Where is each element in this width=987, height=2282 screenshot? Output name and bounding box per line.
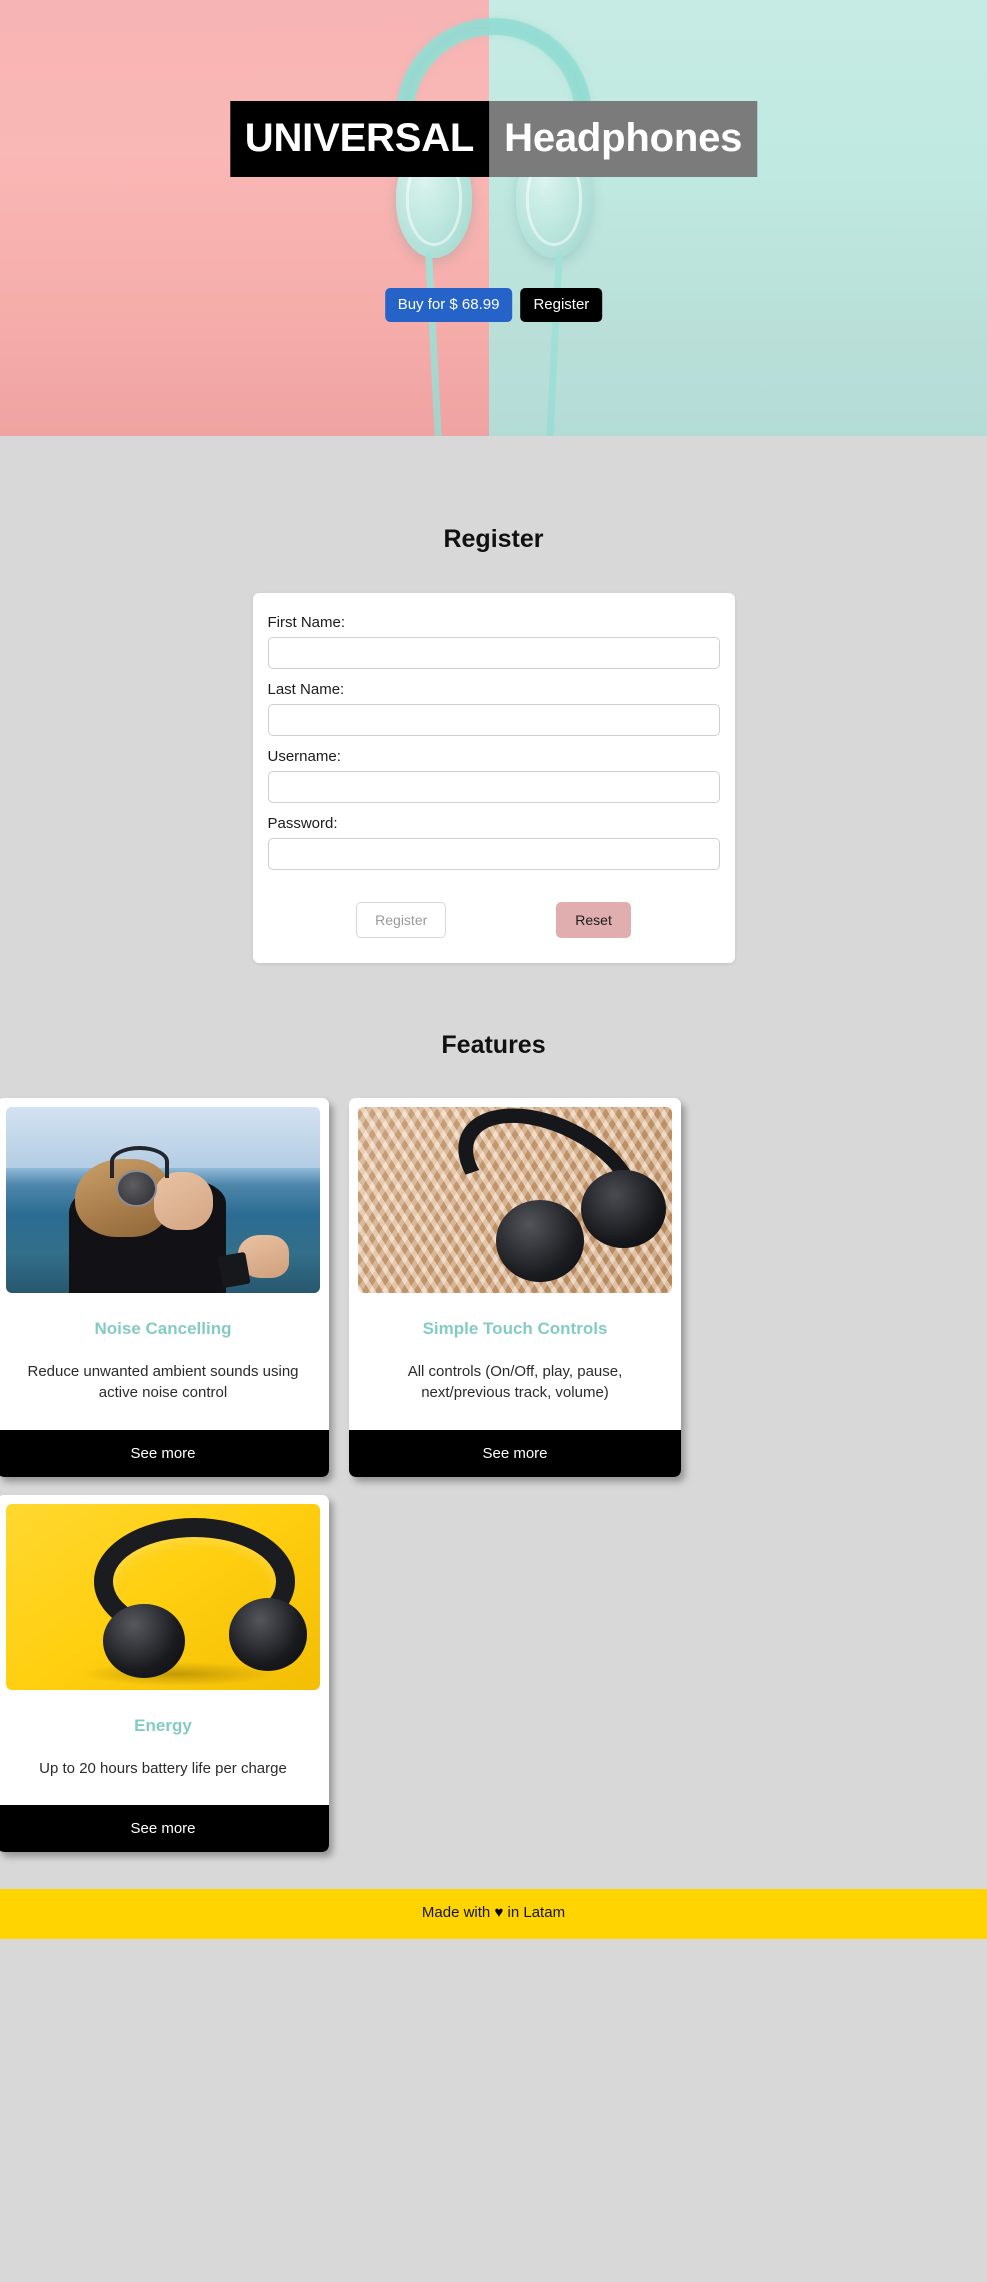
register-reset-button[interactable]: Reset <box>556 902 631 938</box>
register-form: First Name: Last Name: Username: Passwor… <box>252 593 735 963</box>
energy-image <box>6 1503 320 1690</box>
hero-title-brand: UNIVERSAL <box>229 101 490 177</box>
hero-action-buttons: Buy for $ 68.99 Register <box>384 288 603 322</box>
hero-background-image <box>0 0 987 436</box>
password-label: Password: <box>267 815 338 832</box>
footer-text-before: Made with <box>421 1903 491 1921</box>
page-footer: Made with ♥ in Latam <box>0 1888 987 1939</box>
see-more-button[interactable]: See more <box>349 1429 681 1477</box>
headphone-cup-icon <box>103 1604 185 1679</box>
register-form-actions: Register Reset <box>268 902 720 938</box>
first-name-label: First Name: <box>267 614 346 631</box>
register-submit-button[interactable]: Register <box>356 902 447 938</box>
headphone-cup-icon <box>228 1598 308 1671</box>
feature-card-description: Up to 20 hours battery life per charge <box>39 1759 287 1777</box>
see-more-button[interactable]: See more <box>0 1429 329 1477</box>
feature-card-description: All controls (On/Off, play, pause, next/… <box>407 1363 623 1402</box>
username-label: Username: <box>267 748 341 765</box>
feature-card: Simple Touch Controls All controls (On/O… <box>349 1098 681 1477</box>
headphone-cup-icon <box>496 1200 585 1282</box>
feature-card: Noise Cancelling Reduce unwanted ambient… <box>0 1098 329 1477</box>
hero-title-product: Headphones <box>489 101 758 177</box>
heart-icon: ♥ <box>494 1903 504 1921</box>
username-input[interactable] <box>267 771 720 803</box>
person-face <box>153 1172 214 1230</box>
headphone-cup-icon <box>580 1170 666 1249</box>
feature-card-title: Energy <box>134 1715 192 1735</box>
feature-card-title: Simple Touch Controls <box>422 1319 608 1338</box>
headphone-wire-right <box>545 251 563 436</box>
register-heading: Register <box>443 525 544 553</box>
hero-section: UNIVERSAL Headphones Buy for $ 68.99 Regi… <box>0 0 987 436</box>
password-input[interactable] <box>267 838 720 870</box>
headphone-wire-left <box>424 251 442 436</box>
register-section: Register First Name: Last Name: Username… <box>0 436 987 963</box>
last-name-input[interactable] <box>267 704 720 736</box>
footer-text-after: in Latam <box>507 1903 566 1921</box>
buy-button[interactable]: Buy for $ 68.99 <box>384 288 513 322</box>
headphones-illustration <box>344 0 644 436</box>
hero-title: UNIVERSAL Headphones <box>229 101 758 177</box>
headphone-cup-icon <box>115 1170 157 1208</box>
phone-device <box>217 1251 251 1288</box>
features-section: Features Noise Cancelling Reduce unwante… <box>0 963 987 1852</box>
first-name-input[interactable] <box>267 637 720 669</box>
feature-card: Energy Up to 20 hours battery life per c… <box>0 1494 329 1852</box>
hero-register-button[interactable]: Register <box>520 288 603 322</box>
last-name-label: Last Name: <box>267 681 345 698</box>
noise-cancelling-image <box>6 1107 320 1293</box>
feature-card-description: Reduce unwanted ambient sounds using act… <box>27 1363 299 1402</box>
simple-touch-controls-image <box>358 1107 672 1293</box>
see-more-button[interactable]: See more <box>0 1804 329 1852</box>
features-heading: Features <box>441 1031 546 1059</box>
feature-card-title: Noise Cancelling <box>94 1319 232 1338</box>
features-grid: Noise Cancelling Reduce unwanted ambient… <box>0 1098 987 1852</box>
